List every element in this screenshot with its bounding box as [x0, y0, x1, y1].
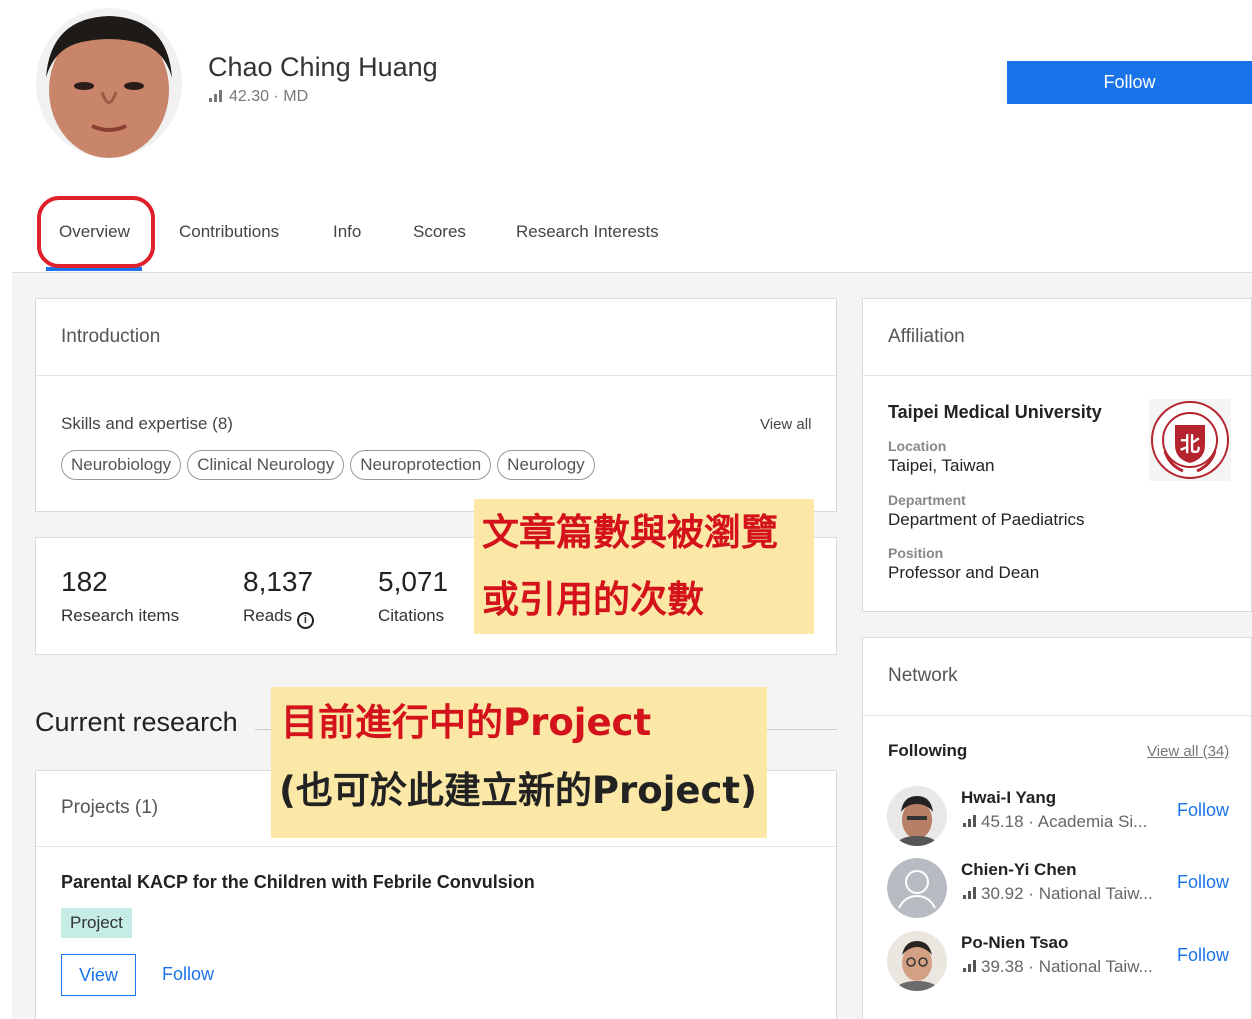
- following-person[interactable]: Po-Nien Tsao 39.38 · National Taiw... Fo…: [887, 931, 1237, 991]
- stats-annotation: 文章篇數與被瀏覽 或引用的次數: [474, 499, 814, 634]
- svg-text:北: 北: [1180, 432, 1200, 456]
- person-name: Hwai-I Yang: [961, 788, 1057, 807]
- info-icon[interactable]: i: [296, 612, 314, 629]
- stat-label: Citations: [378, 606, 445, 625]
- meta-separator: ·: [1028, 884, 1034, 903]
- skill-chip[interactable]: Neuroprotection: [350, 450, 492, 480]
- introduction-title: Introduction: [61, 326, 161, 347]
- institution-name-link[interactable]: Taipei Medical University: [888, 402, 1102, 423]
- person-score: 30.92: [981, 884, 1024, 903]
- score-bars-icon: [963, 815, 976, 827]
- project-annotation: 目前進行中的Project (也可於此建立新的Project): [271, 687, 767, 838]
- person-avatar[interactable]: [887, 786, 947, 846]
- network-title: Network: [888, 665, 958, 686]
- following-view-all-link[interactable]: View all (34): [1147, 743, 1229, 760]
- position-label: Position: [888, 545, 944, 561]
- stat-value: 182: [61, 566, 108, 597]
- following-person[interactable]: Hwai-I Yang 45.18 · Academia Si... Follo…: [887, 786, 1237, 846]
- profile-avatar[interactable]: [36, 8, 182, 158]
- person-follow-link[interactable]: Follow: [1177, 800, 1229, 821]
- profile-score-line: 42.30 · MD: [209, 88, 308, 107]
- university-logo[interactable]: 北: [1149, 399, 1231, 481]
- score-bars-icon: [963, 887, 976, 899]
- person-org: Academia Si...: [1037, 812, 1148, 831]
- tab-contributions[interactable]: Contributions: [179, 222, 279, 242]
- person-avatar[interactable]: [887, 931, 947, 991]
- stat-value: 5,071: [378, 566, 449, 597]
- person-name: Po-Nien Tsao: [961, 933, 1069, 952]
- affiliation-location: Location Taipei, Taiwan: [888, 438, 994, 476]
- stat-label: Research items: [61, 606, 180, 625]
- meta-separator: ·: [1028, 957, 1034, 976]
- project-title-link[interactable]: Parental KACP for the Children with Febr…: [61, 872, 535, 893]
- profile-header: Chao Ching Huang 42.30 · MD Follow Overv…: [0, 0, 1252, 272]
- project-badge: Project: [61, 908, 132, 938]
- person-score: 45.18: [981, 812, 1024, 831]
- skills-list: Neurobiology Clinical Neurology Neuroprote…: [61, 450, 601, 480]
- skills-title: Skills and expertise (8): [61, 414, 233, 433]
- person-meta: 30.92 · National Taiw...: [963, 884, 1153, 904]
- tab-research-interests[interactable]: Research Interests: [516, 222, 659, 242]
- score-bars-icon: [209, 89, 223, 107]
- meta-separator: ·: [1028, 812, 1034, 831]
- stat-citations[interactable]: 5,071 Citations: [378, 566, 448, 626]
- stat-label-reads: Reads i: [243, 606, 314, 629]
- person-score: 39.38: [981, 957, 1024, 976]
- score-bars-icon: [963, 960, 976, 972]
- following-label: Following: [888, 741, 968, 760]
- person-follow-link[interactable]: Follow: [1177, 872, 1229, 893]
- person-org: National Taiw...: [1038, 957, 1153, 976]
- university-seal-icon: 北: [1149, 399, 1231, 481]
- network-card: Network Following View all (34) Hwai-I Y…: [862, 637, 1252, 1019]
- affiliation-department: Department Department of Paediatrics: [888, 492, 1085, 530]
- stat-label: Reads: [243, 606, 293, 625]
- profile-name: Chao Ching Huang: [208, 52, 438, 82]
- following-person[interactable]: Chien-Yi Chen 30.92 · National Taiw... F…: [887, 858, 1237, 918]
- score-separator: ·: [273, 88, 279, 105]
- introduction-card: Introduction Skills and expertise (8) Vi…: [35, 298, 837, 512]
- department-value: Department of Paediatrics: [888, 510, 1085, 529]
- current-research-title: Current research: [35, 707, 238, 737]
- skill-chip[interactable]: Neurobiology: [61, 450, 182, 480]
- affiliation-title: Affiliation: [888, 326, 965, 347]
- stats-annotation-line1: 文章篇數與被瀏覽: [482, 511, 778, 554]
- project-follow-link[interactable]: Follow: [162, 964, 214, 985]
- follow-button[interactable]: Follow: [1007, 61, 1252, 104]
- position-value: Professor and Dean: [888, 563, 1040, 582]
- affiliation-position: Position Professor and Dean: [888, 545, 1039, 583]
- profile-degree: MD: [283, 88, 309, 105]
- affiliation-card: Affiliation Taipei Medical University 北 …: [862, 298, 1252, 612]
- tab-scores[interactable]: Scores: [413, 222, 466, 242]
- skill-chip[interactable]: Clinical Neurology: [187, 450, 345, 480]
- person-follow-link[interactable]: Follow: [1177, 945, 1229, 966]
- project-annotation-line2: (也可於此建立新的Project): [279, 769, 758, 812]
- department-label: Department: [888, 492, 966, 508]
- person-meta: 45.18 · Academia Si...: [963, 812, 1147, 832]
- tab-info[interactable]: Info: [333, 222, 361, 242]
- profile-score: 42.30: [229, 88, 270, 105]
- person-org: National Taiw...: [1038, 884, 1153, 903]
- default-avatar-icon[interactable]: [887, 858, 947, 918]
- person-meta: 39.38 · National Taiw...: [963, 957, 1153, 977]
- skills-view-all-link[interactable]: View all: [760, 416, 811, 433]
- stats-annotation-line2: 或引用的次數: [482, 578, 704, 621]
- project-view-button[interactable]: View: [61, 954, 136, 996]
- stat-reads[interactable]: 8,137 Reads i: [243, 566, 314, 629]
- person-name: Chien-Yi Chen: [961, 860, 1077, 879]
- location-value: Taipei, Taiwan: [888, 456, 995, 475]
- overview-highlight-circle: [37, 196, 155, 268]
- stat-value: 8,137: [243, 566, 314, 597]
- stat-research-items[interactable]: 182 Research items: [61, 566, 179, 626]
- skill-chip[interactable]: Neurology: [497, 450, 595, 480]
- project-annotation-line1: 目前進行中的Project: [281, 701, 652, 744]
- location-label: Location: [888, 438, 947, 454]
